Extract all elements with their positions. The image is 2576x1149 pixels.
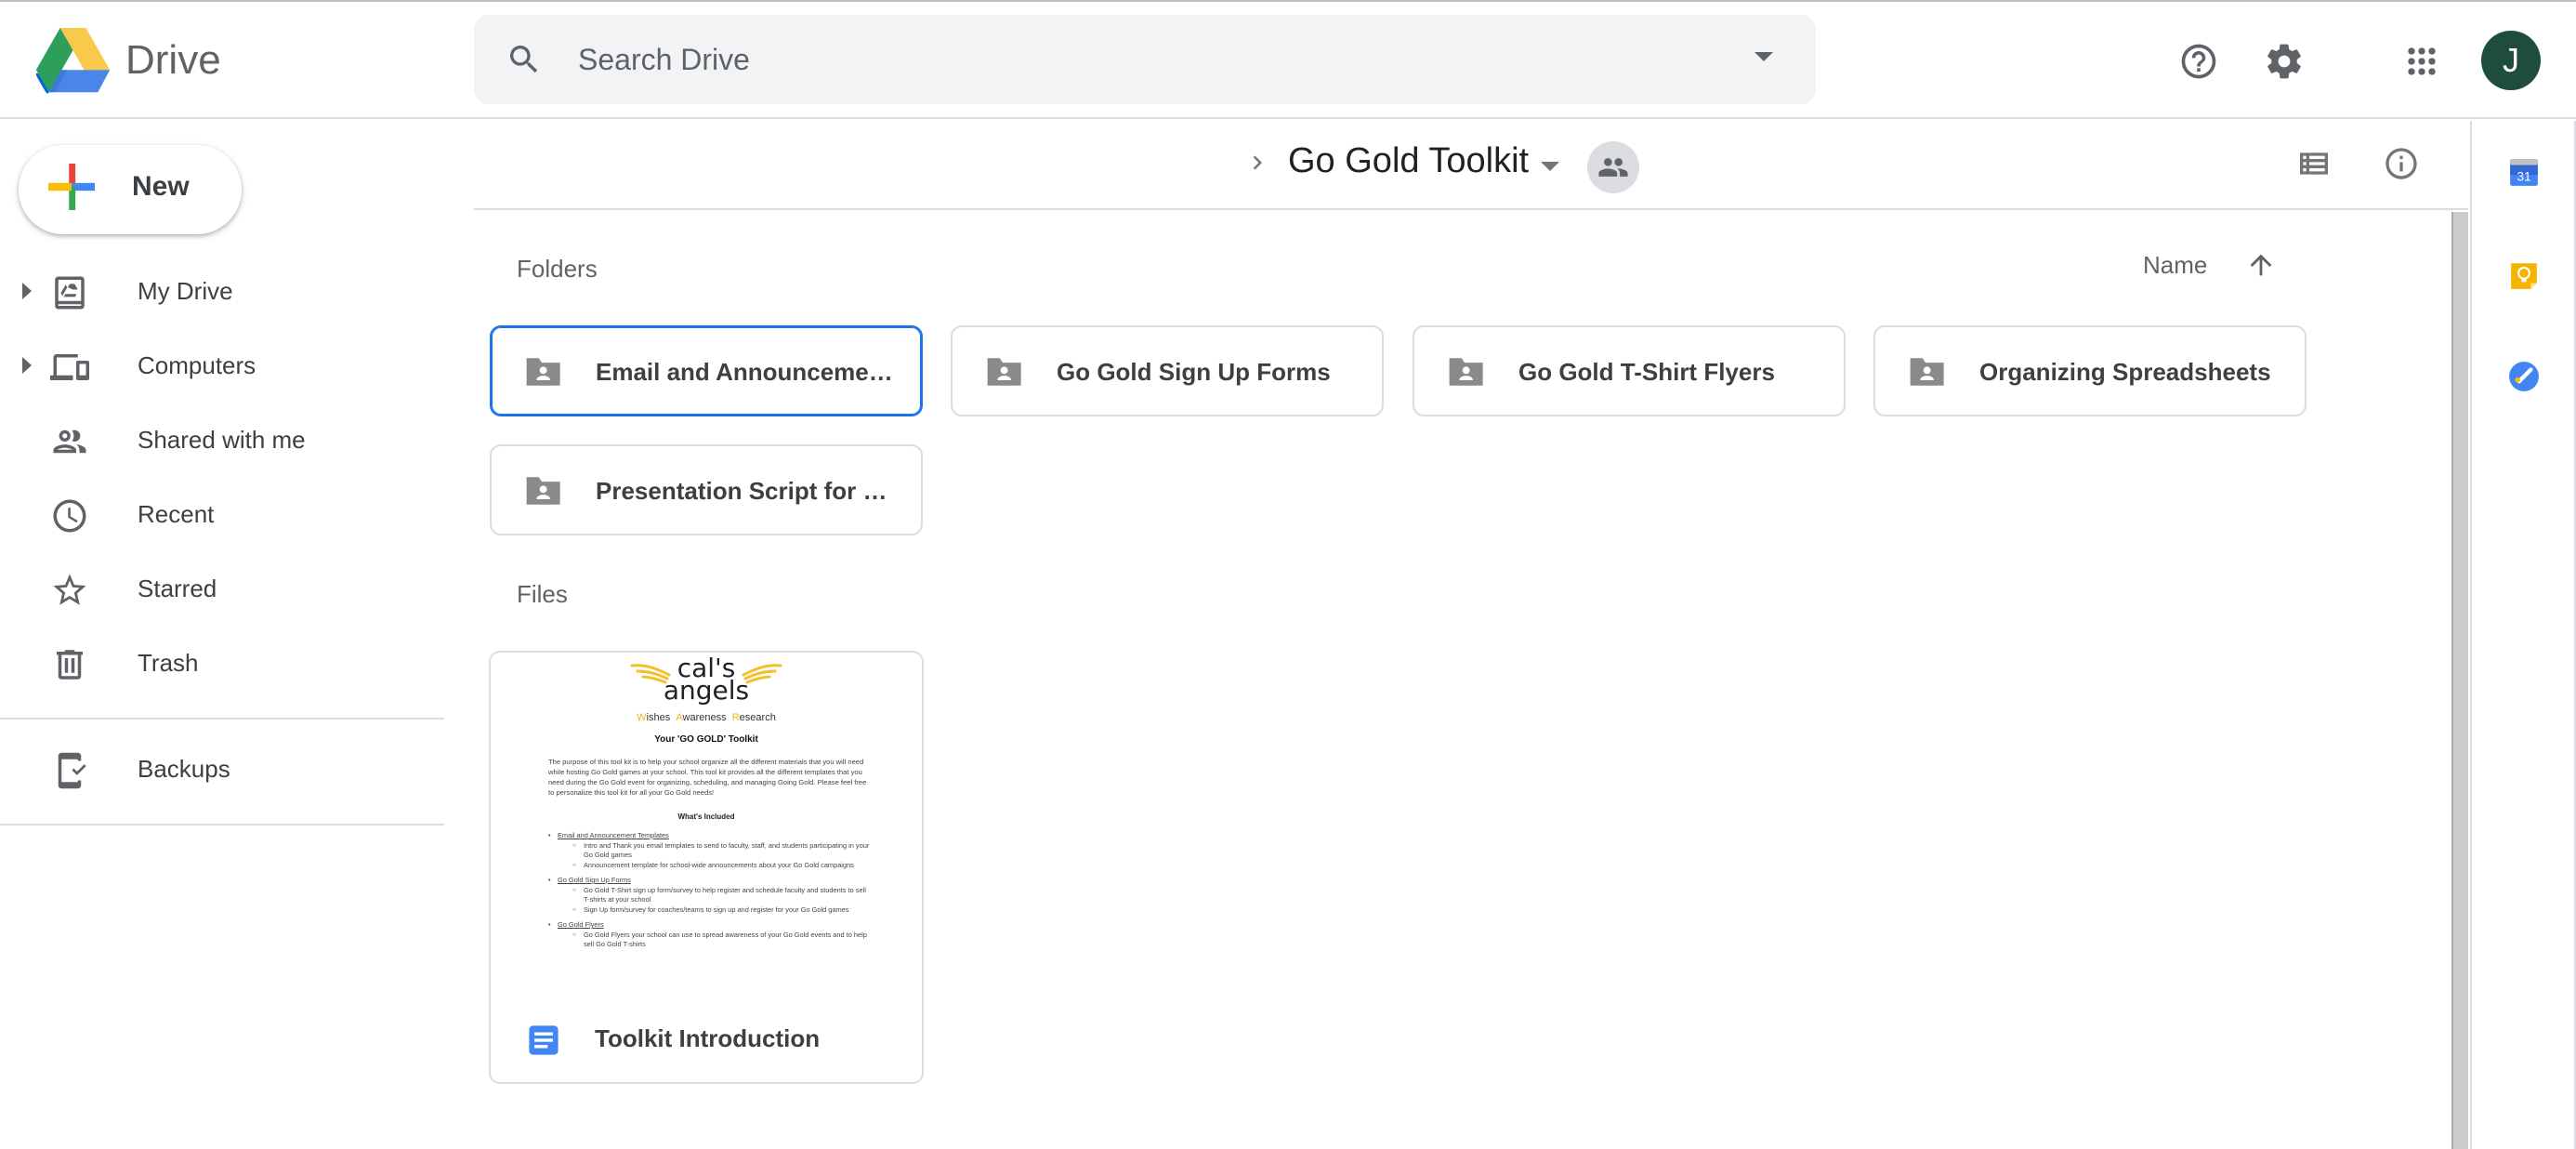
preview-section-heading: Email and Announcement Templates (548, 831, 874, 841)
preview-section-heading: Go Gold Flyers (548, 920, 874, 931)
search-icon[interactable] (506, 41, 543, 78)
clock-icon (53, 499, 86, 533)
drive-logo-icon[interactable] (35, 28, 112, 95)
tagline-initial: W (637, 712, 647, 723)
search-options-caret-down-icon[interactable] (1755, 52, 1773, 61)
side-panel: 31 (2470, 121, 2576, 1149)
computers-icon (50, 354, 89, 380)
tasks-icon[interactable] (2508, 361, 2540, 392)
file-card[interactable]: cal's angels Wishes Awareness Research Y… (489, 651, 924, 1084)
preview-section-item: Announcement template for school-wide an… (558, 861, 874, 871)
apps-grid-icon[interactable] (2401, 41, 2442, 82)
gear-icon[interactable] (2264, 41, 2305, 82)
preview-tagline: Wishes Awareness Research (491, 712, 922, 723)
sidebar-item-label: Shared with me (138, 426, 306, 454)
avatar-initial: J (2503, 41, 2519, 79)
folder-name: Email and Announcement ... (596, 358, 902, 386)
search-bar[interactable] (474, 15, 1816, 104)
file-name: Toolkit Introduction (595, 1024, 821, 1052)
folder-toolbar: Go Gold Toolkit (474, 121, 2468, 210)
folder-name: Go Gold Sign Up Forms (1057, 358, 1331, 386)
sidebar-item-label: Computers (138, 351, 256, 379)
tagline-initial: A (676, 712, 683, 723)
info-icon[interactable] (2383, 145, 2420, 182)
sidebar-item-label: Recent (138, 500, 215, 528)
content-scrollbar[interactable] (2451, 212, 2468, 1149)
list-view-icon[interactable] (2295, 145, 2333, 182)
preview-section-item: Go Gold Flyers your school can use to sp… (558, 931, 874, 950)
people-icon (53, 429, 86, 454)
calendar-icon[interactable]: 31 (2508, 156, 2540, 188)
folder-name: Organizing Spreadsheets (1979, 358, 2271, 386)
account-avatar[interactable]: J (2481, 31, 2541, 90)
sidebar-item-starred[interactable]: Starred (0, 554, 446, 625)
app-brand: Drive (125, 37, 221, 83)
expand-caret-icon[interactable] (22, 357, 32, 374)
calendar-date-text: 31 (2517, 169, 2530, 184)
folder-card[interactable]: Go Gold T-Shirt Flyers (1413, 325, 1846, 416)
breadcrumb-current-folder[interactable]: Go Gold Toolkit (1288, 141, 1529, 181)
star-icon (53, 574, 86, 605)
sidebar-item-label: Backups (138, 755, 230, 783)
folder-menu-caret-down-icon[interactable] (1541, 162, 1559, 171)
preview-section-item: Go Gold T-Shirt sign up form/survey to h… (558, 886, 874, 905)
preview-section-heading: Go Gold Sign Up Forms (548, 876, 874, 886)
preview-section-item: Sign Up form/survey for coaches/teams to… (558, 905, 874, 916)
files-section-label: Files (517, 580, 568, 608)
shared-folder-icon (987, 358, 1021, 386)
plus-icon (48, 164, 95, 210)
folder-name: Go Gold T-Shirt Flyers (1518, 358, 1775, 386)
folder-card[interactable]: Go Gold Sign Up Forms (951, 325, 1384, 416)
sidebar-item-my-drive[interactable]: My Drive (0, 257, 446, 327)
shared-folder-icon (526, 358, 560, 386)
shared-folder-people-icon (1598, 158, 1628, 177)
arrow-up-icon[interactable] (2245, 249, 2277, 281)
app-header: Drive J (0, 2, 2576, 119)
new-button-label: New (132, 171, 190, 202)
sidebar-item-label: My Drive (138, 277, 233, 305)
sidebar-item-computers[interactable]: Computers (0, 331, 446, 402)
file-browser: Folders Name Email and Announcement ... … (474, 212, 2450, 1149)
folder-card[interactable]: Email and Announcement ... (490, 325, 923, 416)
tagline-word: ishes (646, 712, 671, 723)
new-button[interactable]: New (19, 145, 242, 234)
tagline-initial: R (731, 712, 740, 723)
preview-paragraph: The purpose of this tool kit is to help … (548, 758, 867, 797)
shared-folder-icon (1910, 358, 1944, 386)
shared-folder-icon (526, 477, 560, 505)
folder-name: Presentation Script for Ga... (596, 477, 902, 505)
shared-folder-icon (1449, 358, 1483, 386)
preview-title: Your 'GO GOLD' Toolkit (654, 734, 758, 745)
sidebar-item-trash[interactable]: Trash (0, 628, 446, 699)
google-docs-icon (529, 1025, 559, 1055)
shared-folder-badge[interactable] (1587, 141, 1639, 193)
chevron-right-icon (1253, 155, 1262, 170)
folders-section-label: Folders (517, 255, 598, 283)
preview-section-item: Intro and Thank you email templates to s… (558, 841, 874, 861)
search-input[interactable] (578, 35, 1647, 84)
folder-card[interactable]: Organizing Spreadsheets (1873, 325, 2307, 416)
preview-logo-line2: angels (663, 675, 750, 706)
preview-included-heading: What's Included (677, 812, 735, 821)
tagline-word: wareness (682, 712, 727, 723)
sidebar-item-backups[interactable]: Backups (0, 734, 446, 805)
keep-icon[interactable] (2508, 260, 2540, 292)
sidebar-item-shared-with-me[interactable]: Shared with me (0, 405, 446, 476)
sidebar-item-label: Starred (138, 574, 217, 602)
sort-by-label[interactable]: Name (2143, 251, 2207, 280)
tagline-word: esearch (739, 712, 776, 723)
sidebar-item-label: Trash (138, 649, 199, 677)
sidebar-item-recent[interactable]: Recent (0, 480, 446, 550)
my-drive-icon (55, 276, 85, 310)
document-thumbnail: cal's angels Wishes Awareness Research Y… (491, 653, 922, 997)
expand-caret-icon[interactable] (22, 283, 32, 299)
sidebar-divider (0, 718, 444, 720)
sidebar-divider (0, 824, 444, 825)
trash-icon (57, 650, 83, 680)
preview-list: Email and Announcement Templates Intro a… (548, 831, 874, 950)
folder-card[interactable]: Presentation Script for Ga... (490, 444, 923, 535)
backups-icon (58, 752, 86, 789)
help-circle-icon[interactable] (2178, 41, 2219, 82)
